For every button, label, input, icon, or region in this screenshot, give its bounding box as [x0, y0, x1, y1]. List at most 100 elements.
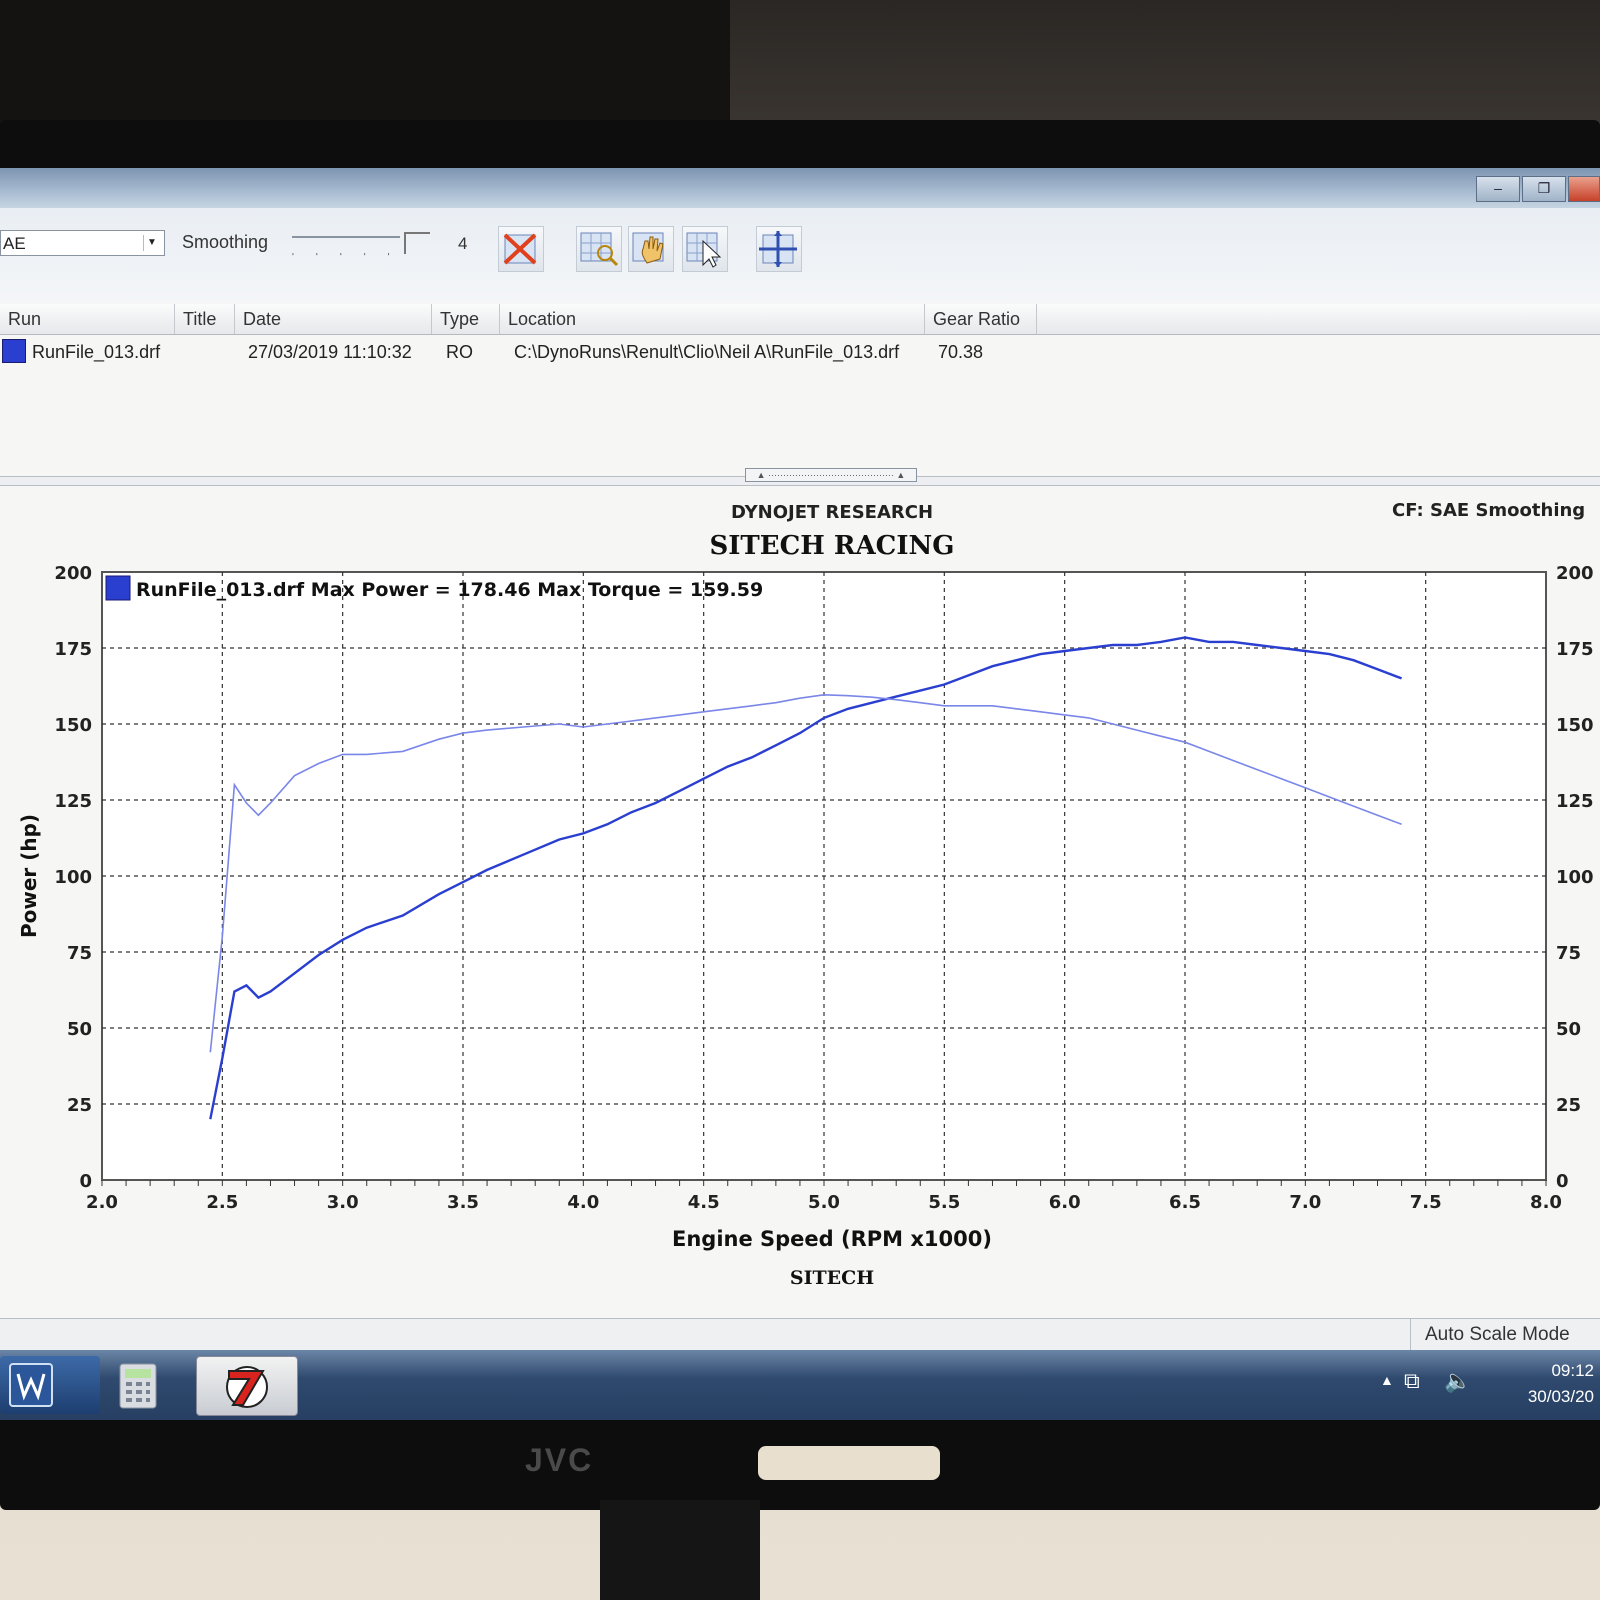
network-icon[interactable]: ⧉	[1404, 1368, 1420, 1394]
x-tick-label: 4.0	[567, 1192, 599, 1213]
run-color-swatch[interactable]	[2, 339, 26, 364]
cursor-select-icon	[686, 232, 722, 268]
chart-footer: SITECH	[790, 1267, 874, 1289]
cell-location: C:\DynoRuns\Renult\Clio\Neil A\RunFile_0…	[514, 342, 900, 362]
volume-icon[interactable]: 🔈	[1444, 1368, 1471, 1394]
x-tick-label: 4.5	[688, 1192, 720, 1213]
clock-date: 30/03/20	[1527, 1387, 1594, 1406]
y-tick-label: 150	[54, 715, 92, 736]
y-tick-label: 175	[54, 639, 92, 660]
y2-tick-label: 50	[1556, 1019, 1581, 1040]
x-tick-label: 8.0	[1530, 1192, 1562, 1213]
app-screen: – ❐ AE ▼ Smoothing ''''' 4 Run Title Dat…	[0, 168, 1600, 1420]
x-tick-label: 5.5	[928, 1192, 960, 1213]
x-tick-label: 2.5	[206, 1192, 238, 1213]
crosshair-button[interactable]	[756, 226, 802, 272]
chart-cf-info: CF: SAE Smoothing	[1392, 500, 1585, 521]
cell-date: 27/03/2019 11:10:32	[248, 342, 412, 362]
system-clock[interactable]: 09:12 30/03/20	[1528, 1358, 1594, 1410]
cell-run: RunFile_013.drf	[0, 336, 175, 368]
y2-tick-label: 25	[1556, 1095, 1581, 1116]
y2-tick-label: 100	[1556, 867, 1594, 888]
calculator-icon	[119, 1363, 157, 1409]
window-buttons: – ❐	[1474, 176, 1600, 202]
x-tick-label: 6.5	[1169, 1192, 1201, 1213]
x-tick-label: 6.0	[1049, 1192, 1081, 1213]
cell-run-name: RunFile_013.drf	[32, 342, 161, 362]
dyno-chart-area: DYNOJET RESEARCH SITECH RACING CF: SAE Smo…	[0, 488, 1600, 1318]
y2-tick-label: 150	[1556, 715, 1594, 736]
close-button[interactable]	[1568, 176, 1600, 202]
table-row[interactable]: RunFile_013.drf 27/03/2019 11:10:32 RO C…	[0, 336, 1600, 368]
col-header-gear-ratio[interactable]: Gear Ratio	[925, 304, 1037, 334]
y2-tick-label: 0	[1556, 1171, 1569, 1192]
slider-track	[292, 236, 400, 238]
slider-thumb[interactable]	[404, 232, 430, 254]
minimize-button[interactable]: –	[1476, 176, 1520, 202]
tray-expand-icon[interactable]: ▲	[1380, 1372, 1394, 1388]
splitter-grip[interactable]: ▲ ······································…	[745, 468, 917, 482]
energy-sticker	[758, 1446, 940, 1480]
taskbar-dynojet[interactable]	[196, 1356, 298, 1416]
correction-factor-select[interactable]: AE ▼	[0, 230, 165, 256]
y-tick-label: 125	[54, 791, 92, 812]
clock-time: 09:12	[1551, 1361, 1594, 1380]
col-header-location[interactable]: Location	[500, 304, 925, 334]
restore-button[interactable]: ❐	[1522, 176, 1566, 202]
col-header-title[interactable]: Title	[175, 304, 235, 334]
smoothing-label: Smoothing	[182, 232, 269, 252]
col-header-type[interactable]: Type	[432, 304, 500, 334]
taskbar-word[interactable]	[0, 1356, 100, 1414]
background-shadow	[0, 0, 730, 130]
run-grid-header: Run Title Date Type Location Gear Ratio	[0, 304, 1600, 335]
y2-tick-label: 75	[1556, 943, 1581, 964]
clear-runs-button[interactable]	[498, 226, 544, 272]
clear-runs-icon	[503, 233, 537, 265]
x-tick-label: 2.0	[86, 1192, 118, 1213]
window-titlebar: – ❐	[0, 168, 1600, 208]
chart-title: SITECH RACING	[709, 531, 954, 561]
cursor-select-button[interactable]	[682, 226, 728, 272]
pan-hand-icon	[632, 232, 664, 264]
status-bar: Auto Scale Mode	[0, 1318, 1600, 1351]
word-icon	[9, 1363, 53, 1407]
pan-button[interactable]	[628, 226, 674, 272]
y-tick-label: 50	[67, 1019, 92, 1040]
taskbar: ▲ ⧉ 🔈 09:12 30/03/20	[0, 1350, 1600, 1420]
crosshair-icon	[759, 231, 797, 267]
x-axis-label: Engine Speed (RPM x1000)	[672, 1227, 992, 1251]
x-tick-label: 3.5	[447, 1192, 479, 1213]
y-tick-label: 100	[54, 867, 92, 888]
x-tick-label: 7.5	[1410, 1192, 1442, 1213]
system-tray: ▲ ⧉ 🔈 09:12 30/03/20	[1340, 1350, 1600, 1420]
x-tick-label: 3.0	[327, 1192, 359, 1213]
y2-tick-label: 200	[1556, 563, 1594, 584]
monitor-brand-logo: JVC	[525, 1442, 594, 1478]
dynojet-logo-icon	[226, 1366, 268, 1408]
legend-swatch	[105, 575, 131, 601]
monitor-stand	[600, 1500, 760, 1600]
cell-gear-ratio: 70.38	[938, 342, 984, 362]
chevron-down-icon[interactable]: ▼	[143, 235, 160, 251]
zoom-icon	[580, 232, 619, 267]
dyno-chart: DYNOJET RESEARCH SITECH RACING CF: SAE Smo…	[17, 500, 1594, 1289]
y-tick-label: 25	[67, 1095, 92, 1116]
y-tick-label: 0	[79, 1171, 92, 1192]
correction-factor-value: AE	[3, 234, 26, 253]
y-tick-label: 200	[54, 563, 92, 584]
auto-scale-mode[interactable]: Auto Scale Mode	[1410, 1319, 1600, 1351]
cell-title	[175, 336, 235, 368]
smoothing-value: 4	[458, 234, 468, 253]
y2-tick-label: 125	[1556, 791, 1594, 812]
col-header-run[interactable]: Run	[0, 304, 175, 334]
smoothing-slider[interactable]: '''''	[292, 232, 442, 263]
taskbar-calculator[interactable]	[100, 1356, 200, 1414]
x-tick-label: 7.0	[1289, 1192, 1321, 1213]
col-header-date[interactable]: Date	[235, 304, 432, 334]
zoom-button[interactable]	[576, 226, 622, 272]
y-axis-label: Power (hp)	[17, 814, 41, 938]
y2-tick-label: 175	[1556, 639, 1594, 660]
chart-header: DYNOJET RESEARCH	[731, 502, 933, 523]
legend-text: RunFile_013.drf Max Power = 178.46 Max T…	[136, 579, 763, 601]
slider-ticks: '''''	[292, 252, 412, 263]
